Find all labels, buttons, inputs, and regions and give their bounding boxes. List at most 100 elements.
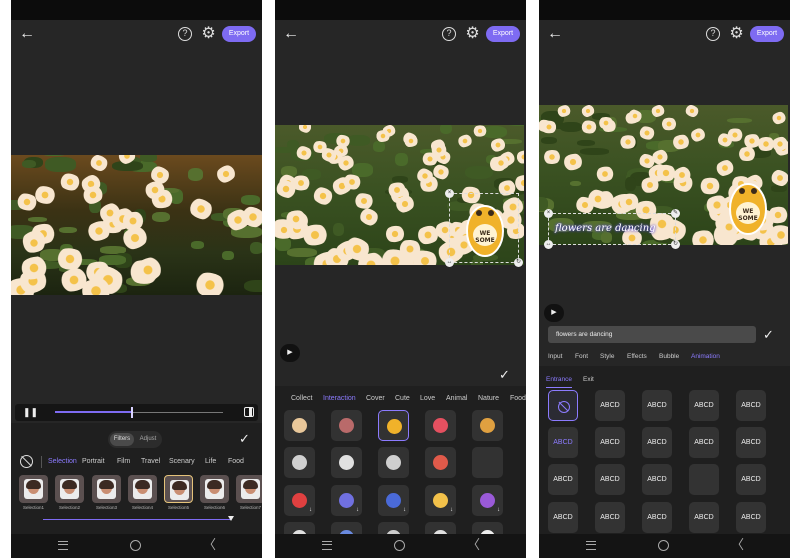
rotate-handle-icon[interactable]: ↻ <box>671 240 680 249</box>
filter-category-selection[interactable]: Selection <box>48 456 77 468</box>
rotate-handle-icon[interactable]: ↻ <box>514 258 523 267</box>
filter-thumbnail[interactable]: Selection2 <box>55 475 84 511</box>
animation-option[interactable] <box>689 464 719 495</box>
pause-icon[interactable]: ❚❚ <box>23 407 38 418</box>
home-icon[interactable] <box>394 540 405 551</box>
animation-option[interactable]: ABCD <box>689 390 719 421</box>
confirm-check-icon[interactable]: ✓ <box>499 367 510 383</box>
filter-category-film[interactable]: Film <box>117 456 130 468</box>
sticker-selection-box[interactable]: WE SOME × ↔ ↻ <box>445 189 523 267</box>
sticker-thumbnail[interactable] <box>284 410 315 441</box>
animation-option[interactable]: ABCD <box>689 502 719 533</box>
animation-option[interactable]: ABCD <box>595 464 625 495</box>
animation-option[interactable]: ABCD <box>642 464 672 495</box>
filter-category-food[interactable]: Food <box>228 456 244 468</box>
filter-category-life[interactable]: Life <box>205 456 216 468</box>
animation-option[interactable]: ABCD <box>736 464 766 495</box>
compare-icon[interactable] <box>244 407 254 417</box>
sticker-category-food[interactable]: Food <box>510 393 526 405</box>
filter-thumbnail[interactable]: Selection1 <box>19 475 48 511</box>
text-tab-effects[interactable]: Effects <box>627 351 647 363</box>
timeline-track[interactable] <box>55 407 223 418</box>
text-tab-input[interactable]: Input <box>548 351 562 363</box>
export-button[interactable]: Export <box>222 26 256 42</box>
confirm-check-icon[interactable]: ✓ <box>239 431 250 447</box>
filter-thumbnail[interactable]: Selection6 <box>200 475 229 511</box>
sticker-thumbnail[interactable]: ↓ <box>425 485 456 516</box>
gear-icon[interactable]: ⚙ <box>728 25 745 42</box>
back-arrow-icon[interactable]: ← <box>19 24 39 44</box>
play-button[interactable]: ▶ <box>544 304 564 322</box>
play-button[interactable]: ▶ <box>280 344 300 362</box>
sticker-thumbnail[interactable] <box>378 447 409 478</box>
sticker-category-interaction[interactable]: Interaction <box>323 393 356 405</box>
sticker-category-nature[interactable]: Nature <box>478 393 499 405</box>
edit-handle-icon[interactable]: ✎ <box>671 209 680 218</box>
back-arrow-icon[interactable]: ← <box>547 24 567 44</box>
export-button[interactable]: Export <box>750 26 784 42</box>
filter-category-portrait[interactable]: Portrait <box>82 456 105 468</box>
animation-option[interactable]: ABCD <box>548 464 578 495</box>
animation-option[interactable]: ABCD <box>548 427 578 458</box>
intensity-slider[interactable] <box>43 516 234 521</box>
sticker-thumbnail[interactable] <box>331 447 362 478</box>
sticker-category-collect[interactable]: Collect <box>291 393 312 405</box>
sticker-thumbnail[interactable] <box>284 447 315 478</box>
intensity-handle[interactable] <box>228 516 234 521</box>
sticker-thumbnail[interactable]: ↓ <box>378 485 409 516</box>
sticker-thumbnail[interactable] <box>472 447 503 478</box>
recent-apps-icon[interactable] <box>586 541 596 550</box>
sticker-thumbnail[interactable]: ↓ <box>331 485 362 516</box>
confirm-check-icon[interactable]: ✓ <box>763 327 774 343</box>
sticker-thumbnail[interactable] <box>378 410 409 441</box>
text-tab-animation[interactable]: Animation <box>691 351 720 363</box>
sticker-category-animal[interactable]: Animal <box>446 393 467 405</box>
sticker-thumbnail[interactable] <box>472 410 503 441</box>
sticker-category-cute[interactable]: Cute <box>395 393 410 405</box>
flip-handle-icon[interactable]: ↔ <box>445 258 454 267</box>
animation-option[interactable]: ABCD <box>595 427 625 458</box>
no-animation-option[interactable] <box>548 390 578 421</box>
filter-category-travel[interactable]: Travel <box>141 456 160 468</box>
exit-tab[interactable]: Exit <box>583 375 594 385</box>
animation-option[interactable]: ABCD <box>595 502 625 533</box>
no-filter-icon[interactable] <box>20 455 33 468</box>
sticker-thumbnail[interactable]: ↓ <box>284 485 315 516</box>
overlay-text[interactable]: flowers are dancing <box>555 223 656 234</box>
filters-tab[interactable]: Filters <box>110 433 134 446</box>
export-button[interactable]: Export <box>486 26 520 42</box>
home-icon[interactable] <box>658 540 669 551</box>
animation-option[interactable]: ABCD <box>642 427 672 458</box>
sticker-thumbnail[interactable] <box>425 447 456 478</box>
sticker-category-cover[interactable]: Cover <box>366 393 385 405</box>
text-input[interactable]: flowers are dancing <box>548 326 756 343</box>
adjust-tab[interactable]: Adjust <box>136 433 160 446</box>
filter-thumbnail[interactable]: Selection4 <box>128 475 157 511</box>
animation-option[interactable]: ABCD <box>736 390 766 421</box>
gear-icon[interactable]: ⚙ <box>464 25 481 42</box>
text-tab-bubble[interactable]: Bubble <box>659 351 679 363</box>
filter-thumbnail[interactable]: Selection3 <box>92 475 121 511</box>
nav-back-icon[interactable]: 〈 <box>731 538 744 552</box>
help-icon[interactable]: ? <box>442 27 456 41</box>
nav-back-icon[interactable]: 〈 <box>203 538 216 552</box>
animation-option[interactable]: ABCD <box>689 427 719 458</box>
recent-apps-icon[interactable] <box>58 541 68 550</box>
timeline-handle[interactable] <box>131 407 134 418</box>
animation-option[interactable]: ABCD <box>736 502 766 533</box>
home-icon[interactable] <box>130 540 141 551</box>
back-arrow-icon[interactable]: ← <box>283 24 303 44</box>
sticker-thumbnail[interactable] <box>331 410 362 441</box>
sticker-thumbnail[interactable]: ↓ <box>472 485 503 516</box>
delete-handle-icon[interactable]: × <box>445 189 454 198</box>
filter-thumbnail[interactable]: Selection7 <box>236 475 262 511</box>
animation-option[interactable]: ABCD <box>595 390 625 421</box>
animation-option[interactable]: ABCD <box>548 502 578 533</box>
help-icon[interactable]: ? <box>706 27 720 41</box>
filter-category-scenary[interactable]: Scenary <box>169 456 195 468</box>
gear-icon[interactable]: ⚙ <box>200 25 217 42</box>
delete-handle-icon[interactable]: × <box>544 209 553 218</box>
filter-thumbnail[interactable]: Selection5 <box>164 475 193 511</box>
animation-option[interactable]: ABCD <box>642 390 672 421</box>
sticker-category-love[interactable]: Love <box>420 393 435 405</box>
